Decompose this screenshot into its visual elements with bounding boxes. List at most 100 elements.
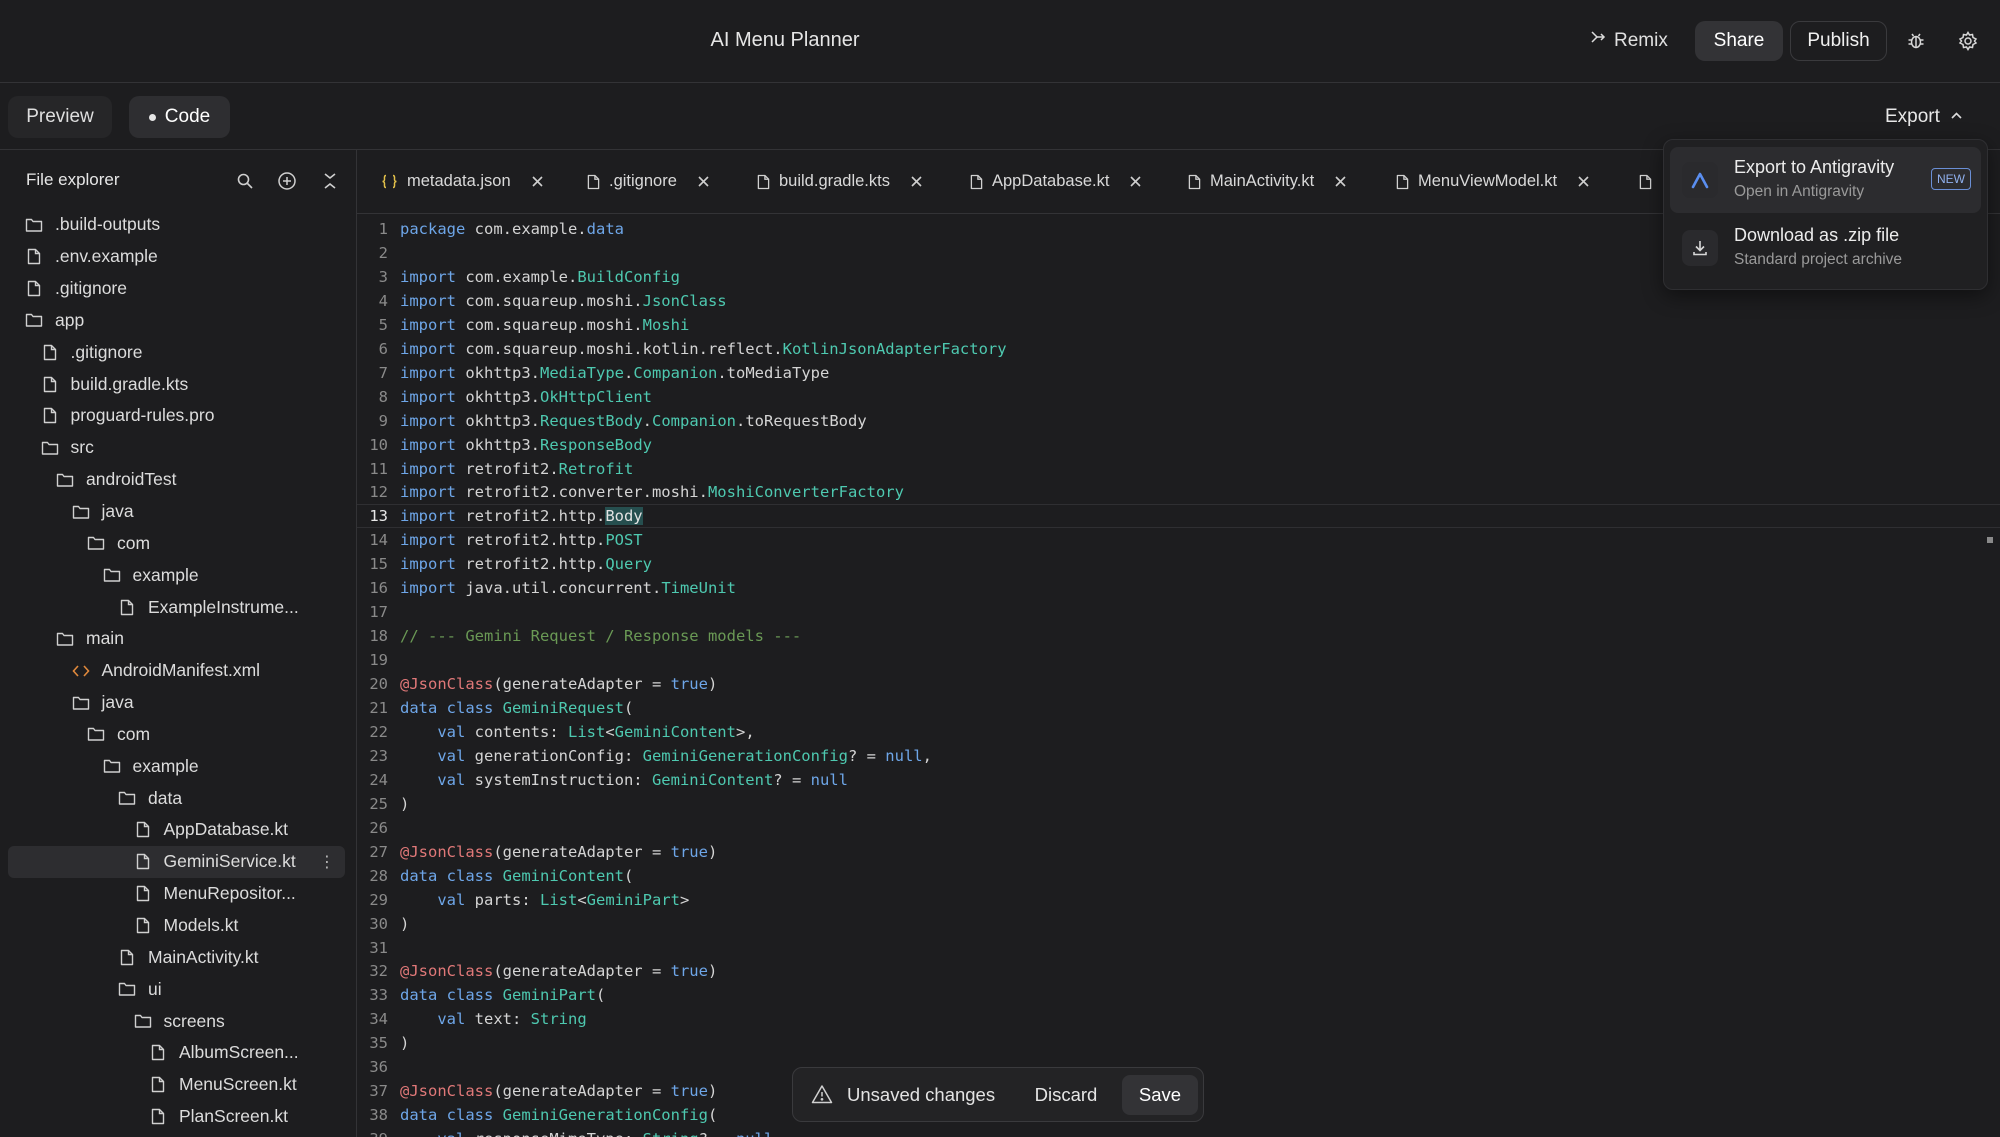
close-icon[interactable] (531, 175, 544, 188)
collapse-all-icon[interactable] (319, 170, 341, 192)
save-button[interactable]: Save (1122, 1075, 1198, 1115)
tree-folder[interactable]: example (0, 750, 356, 782)
code-token: com.squareup.moshi.kotlin.reflect. (456, 339, 783, 358)
code-token: Companion (652, 411, 736, 430)
tree-folder[interactable]: com (0, 527, 356, 559)
code-token: okhttp3. (456, 435, 540, 454)
file-icon (134, 885, 152, 903)
tree-item-label: AppDatabase.kt (163, 819, 289, 840)
code-token: BuildConfig (577, 267, 680, 286)
new-badge: NEW (1931, 168, 1971, 190)
add-file-icon[interactable] (276, 170, 298, 192)
export-to-antigravity-item[interactable]: Export to Antigravity Open in Antigravit… (1670, 147, 1981, 213)
code-token: com.squareup.moshi. (456, 291, 643, 310)
tree-folder[interactable]: data (0, 782, 356, 814)
tree-item-label: .gitignore (70, 341, 143, 362)
tree-file[interactable]: ExampleInstrume... (0, 591, 356, 623)
code-token: @JsonClass (400, 962, 494, 981)
tree-item-label: java (101, 692, 134, 713)
line-number: 2 (378, 243, 388, 262)
gear-icon[interactable] (1954, 27, 1982, 55)
code-token: data class (400, 986, 494, 1005)
editor-tab-overflow[interactable] (1639, 150, 1661, 213)
code-line: 21 data class GeminiRequest( (357, 696, 2000, 720)
tree-folder[interactable]: com (0, 719, 356, 751)
code-token: ( (624, 699, 634, 717)
tree-file[interactable]: PlanScreen.kt (0, 1101, 356, 1133)
tree-folder[interactable]: app (0, 305, 356, 337)
close-icon[interactable] (910, 175, 923, 188)
code-token: @JsonClass (400, 842, 494, 861)
more-options-icon[interactable]: ⋮ (319, 852, 335, 872)
close-icon[interactable] (1334, 175, 1347, 188)
tree-folder[interactable]: androidTest (0, 464, 356, 496)
code-line: 35) (357, 1031, 2000, 1055)
tab-label: .gitignore (609, 172, 677, 190)
bug-icon[interactable] (1902, 27, 1930, 55)
code-token: List (539, 890, 578, 909)
tree-file[interactable]: AndroidManifest.xml (0, 655, 356, 687)
tree-file[interactable]: proguard-rules.pro (0, 400, 356, 432)
tree-folder[interactable]: java (0, 687, 356, 719)
tree-file[interactable]: MenuScreen.kt (0, 1069, 356, 1101)
scrollbar-marker[interactable] (1987, 537, 1993, 543)
code-token: MediaType (540, 363, 624, 382)
line-number: 3 (378, 267, 388, 286)
close-icon[interactable] (1129, 175, 1142, 188)
editor-tab[interactable]: AppDatabase.kt (970, 150, 1142, 213)
code-token: GeminiContent (651, 770, 774, 789)
publish-button[interactable]: Publish (1790, 21, 1887, 61)
code-tab[interactable]: Code (129, 96, 230, 138)
tree-file[interactable]: GeminiService.kt ⋮ (8, 845, 345, 878)
tree-folder[interactable]: screens (0, 1005, 356, 1037)
close-icon[interactable] (697, 175, 710, 188)
editor-tab[interactable]: build.gradle.kts (757, 150, 923, 213)
tree-folder[interactable]: .build-outputs (0, 209, 356, 241)
editor-tab[interactable]: metadata.json (381, 150, 544, 213)
export-button[interactable]: Export (1885, 105, 1963, 129)
discard-button[interactable]: Discard (1022, 1075, 1110, 1115)
code-token: import (400, 387, 456, 406)
file-explorer: File explorer .build-outputs .env.example… (0, 150, 357, 1137)
tree-file[interactable]: MainActivity.kt (0, 941, 356, 973)
preview-tab[interactable]: Preview (8, 96, 112, 138)
tree-file[interactable]: .gitignore (0, 336, 356, 368)
file-icon (1396, 174, 1409, 190)
tree-file[interactable]: AlbumScreen... (0, 1037, 356, 1069)
tree-file[interactable]: .gitignore (0, 273, 356, 305)
tree-file[interactable]: MenuRepositor... (0, 878, 356, 910)
search-icon[interactable] (234, 170, 256, 192)
code-token: (generateAdapter = (493, 962, 671, 981)
tree-folder[interactable]: main (0, 623, 356, 655)
editor-tab[interactable]: MainActivity.kt (1188, 150, 1347, 213)
tree-file[interactable]: build.gradle.kts (0, 368, 356, 400)
editor-tab[interactable]: .gitignore (587, 150, 710, 213)
code-token: POST (605, 531, 643, 550)
code-line: 24 val systemInstruction: GeminiContent?… (357, 768, 2000, 792)
share-button[interactable]: Share (1695, 21, 1783, 61)
tree-folder[interactable]: example (0, 559, 356, 591)
code-token: MoshiConverterFactory (707, 483, 904, 502)
code-editor[interactable]: 1 package com.example.data 2 3 import com.ex… (357, 214, 2000, 1137)
line-number: 30 (369, 914, 388, 933)
code-token: JsonClass (642, 291, 727, 310)
code-token: ( (707, 1106, 718, 1125)
code-token: com.example. (456, 267, 578, 286)
tree-item-label: .env.example (55, 246, 158, 267)
code-token: okhttp3. (456, 411, 540, 430)
file-icon (134, 916, 152, 934)
tree-file[interactable]: Models.kt (0, 910, 356, 942)
code-token: TimeUnit (661, 579, 736, 598)
editor-tab[interactable]: MenuViewModel.kt (1396, 150, 1590, 213)
tree-file[interactable]: AppDatabase.kt (0, 814, 356, 846)
close-icon[interactable] (1577, 175, 1590, 188)
code-token: . (642, 411, 652, 430)
folder-icon (25, 216, 43, 234)
tree-folder[interactable]: ui (0, 973, 356, 1005)
download-zip-item[interactable]: Download as .zip file Standard project a… (1670, 215, 1981, 281)
tree-folder[interactable]: src (0, 432, 356, 464)
remix-button[interactable]: Remix (1590, 24, 1668, 58)
tree-file[interactable]: .env.example (0, 241, 356, 273)
tree-folder[interactable]: java (0, 496, 356, 528)
